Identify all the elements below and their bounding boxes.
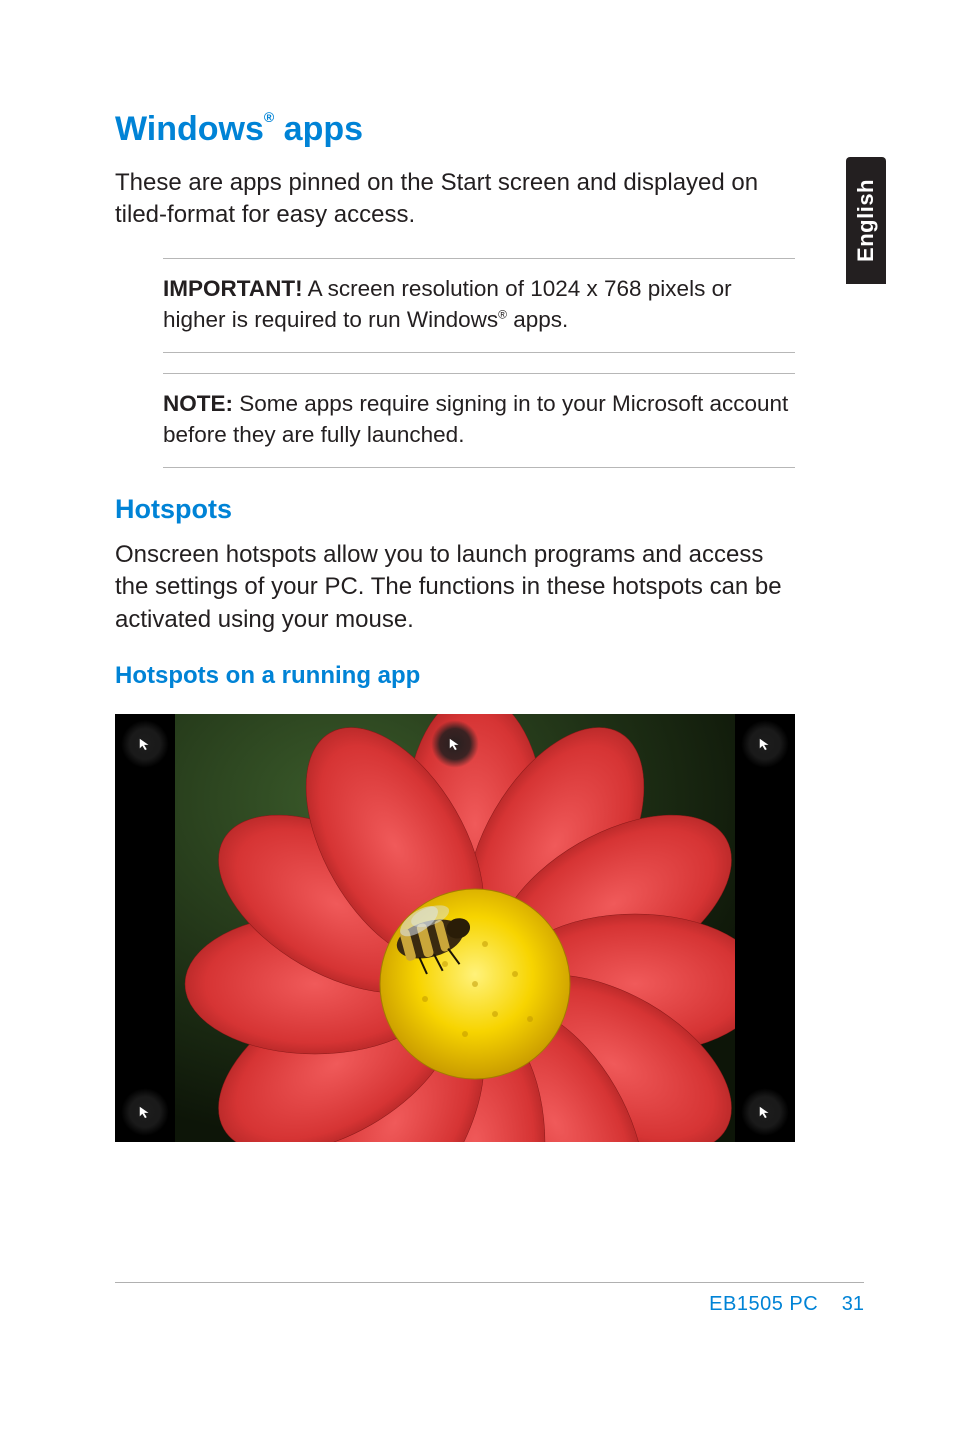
important-registered-mark: ® [498, 308, 507, 322]
cursor-icon [138, 1105, 152, 1119]
cursor-icon [448, 737, 462, 751]
important-text-post: apps. [507, 307, 568, 332]
flower-illustration [175, 714, 735, 1142]
cursor-icon [758, 1105, 772, 1119]
page-content: Windows® apps These are apps pinned on t… [115, 110, 795, 1142]
cursor-icon [758, 737, 772, 751]
note-text: Some apps require signing in to your Mic… [163, 391, 788, 448]
heading-windows-apps: Windows® apps [115, 110, 795, 149]
hotspot-bottom-left [121, 1088, 169, 1136]
hotspot-top-left [121, 720, 169, 768]
footer-page-number: 31 [842, 1293, 864, 1315]
hotspots-paragraph: Onscreen hotspots allow you to launch pr… [115, 539, 795, 636]
heading-text-pre: Windows [115, 110, 264, 148]
footer-product-name: EB1505 PC [709, 1293, 818, 1315]
heading-text-post: apps [274, 110, 363, 148]
important-callout: IMPORTANT! A screen resolution of 1024 x… [163, 258, 795, 353]
hotspot-top-right [741, 720, 789, 768]
heading-hotspots: Hotspots [115, 494, 795, 525]
cursor-icon [138, 737, 152, 751]
note-label: NOTE: [163, 391, 233, 416]
heading-registered-mark: ® [264, 109, 274, 125]
language-side-tab: English [846, 157, 886, 284]
hotspot-top-center [431, 720, 479, 768]
page-footer: EB1505 PC 31 [115, 1282, 864, 1316]
photo-frame [175, 714, 735, 1142]
screenshot-running-app [115, 714, 795, 1142]
heading-hotspots-running-app: Hotspots on a running app [115, 662, 795, 690]
note-callout: NOTE: Some apps require signing in to yo… [163, 373, 795, 468]
important-label: IMPORTANT! [163, 276, 303, 301]
intro-paragraph: These are apps pinned on the Start scree… [115, 167, 795, 232]
hotspot-bottom-right [741, 1088, 789, 1136]
